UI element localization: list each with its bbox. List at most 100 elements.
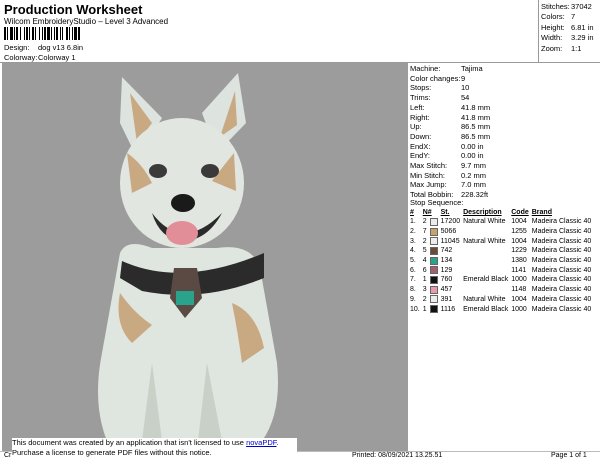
design-preview (2, 63, 408, 452)
stitch-count: 742 (440, 247, 453, 255)
needle-number: 1 (422, 276, 427, 284)
needle-number: 2 (422, 237, 427, 245)
detail-value: Tajima (461, 64, 483, 73)
notice-text: . (276, 438, 279, 447)
swatch-cell (429, 265, 441, 275)
stop-number: 2. (410, 228, 416, 236)
color-swatch (429, 256, 438, 265)
table-row: 1. 2 17200 Natural White 1004 Madeira Classic… (410, 217, 594, 227)
summary-value: 37042 (571, 2, 592, 11)
stitch-count: 760 (440, 276, 453, 284)
worksheet-page: Production Worksheet Wilcom EmbroiderySt… (0, 0, 600, 464)
design-value: dog v13 6.8in (38, 43, 84, 52)
detail-label: Trims: (410, 93, 431, 103)
summary-row: Zoom: 1:1 (541, 44, 594, 54)
swatch-cell (429, 217, 441, 227)
detail-label: Up: (410, 122, 422, 132)
summary-value: 7 (571, 12, 576, 22)
detail-label: Max Stitch: (410, 161, 448, 171)
stop-number: 4. (410, 247, 416, 255)
colorway-row: Colorway:Colorway 1 (4, 53, 76, 62)
notice-text: This document was created by an applicat… (12, 438, 247, 447)
swatch-cell (429, 246, 441, 256)
detail-label: Max Jump: (410, 180, 447, 190)
column-header: Brand (531, 209, 552, 216)
stitch-count: 11045 (440, 237, 460, 245)
needle-number: 2 (422, 295, 427, 303)
detail-label: Color changes: (410, 73, 461, 83)
color-swatch (429, 266, 438, 275)
software-name: Wilcom EmbroideryStudio – Level 3 Advanc… (4, 17, 169, 26)
thread-code: 1004 (511, 218, 527, 226)
license-notice: This document was created by an applicat… (12, 438, 297, 460)
thread-description: Emerald Black (463, 276, 509, 284)
summary-label: Width: (541, 33, 563, 43)
stop-number: 10. (410, 305, 420, 313)
design-label: Design: (4, 43, 30, 52)
thread-code: 1255 (511, 228, 527, 236)
column-header: # (410, 209, 414, 216)
detail-value: 7.0 mm (461, 180, 487, 190)
thread-code: 1380 (511, 257, 527, 265)
swatch-cell (429, 304, 441, 314)
table-row: 5. 4 134 1380 Madeira Classic 40 (410, 256, 594, 266)
thread-code: 1229 (511, 247, 527, 255)
color-swatch (429, 246, 438, 255)
summary-row: Stitches:37042 (541, 2, 594, 12)
detail-row: EndY: 0.00 in (410, 151, 490, 161)
needle-number: 1 (422, 305, 427, 313)
thread-description (463, 256, 511, 266)
novapdf-link[interactable]: novaPDF (246, 438, 276, 447)
swatch-cell (429, 295, 441, 305)
thread-brand: Madeira Classic 40 (531, 266, 592, 274)
stitch-count: 391 (440, 295, 453, 303)
page-number: Page 1 of 1 (551, 452, 587, 459)
detail-value: 10 (461, 83, 470, 93)
thread-description (463, 265, 511, 275)
summary-value: 6.81 in (571, 22, 594, 32)
column-header: Code (511, 209, 529, 216)
detail-row: EndX: 0.00 in (410, 142, 490, 152)
detail-label: EndX: (410, 141, 431, 151)
table-header-row: # N# St. Description Code Brand (410, 208, 594, 217)
thread-brand: Madeira Classic 40 (531, 237, 592, 245)
color-swatch (429, 285, 438, 294)
summary-label: Zoom: (541, 43, 563, 53)
swatch-cell (429, 256, 441, 266)
design-row: Design: dog v13 6.8in (4, 43, 83, 52)
thread-brand: Madeira Classic 40 (531, 257, 592, 265)
detail-row: Color changes:9 (410, 74, 490, 84)
stitch-count: 5066 (440, 228, 457, 236)
barcode (4, 27, 116, 40)
table-row: 6. 6 129 1141 Madeira Classic 40 (410, 265, 594, 275)
thread-brand: Madeira Classic 40 (531, 286, 592, 294)
detail-row: Stops: 10 (410, 83, 490, 93)
thread-brand: Madeira Classic 40 (531, 276, 592, 284)
stop-sequence-label: Stop Sequence: (410, 198, 464, 207)
detail-value: 0.00 in (461, 151, 484, 161)
thread-brand: Madeira Classic 40 (531, 295, 592, 303)
stop-number: 6. (410, 266, 416, 274)
needle-number: 3 (422, 286, 427, 294)
detail-row: Up: 86.5 mm (410, 122, 490, 132)
thread-description: Natural White (463, 218, 506, 226)
detail-value: 228.32ft (461, 190, 489, 200)
stitch-count: 457 (440, 286, 453, 294)
column-header: N# (422, 209, 432, 216)
thread-brand: Madeira Classic 40 (531, 228, 592, 236)
detail-value: 9.7 mm (461, 161, 487, 171)
swatch-cell (429, 285, 441, 295)
detail-row: Right: 41.8 mm (410, 113, 490, 123)
thread-description: Natural White (463, 237, 506, 245)
thread-code: 1004 (511, 237, 527, 245)
thread-description (463, 246, 511, 256)
summary-panel: Stitches:37042 Colors: 7 Height: 6.81 in Widt… (541, 2, 594, 54)
color-swatch (429, 275, 438, 284)
detail-value: 0.00 in (461, 141, 484, 151)
thread-code: 1000 (511, 276, 527, 284)
detail-row: Trims: 54 (410, 93, 490, 103)
stitch-count: 134 (440, 257, 453, 265)
detail-label: Left: (410, 102, 425, 112)
detail-label: Right: (410, 112, 430, 122)
thread-code: 1000 (511, 305, 527, 313)
